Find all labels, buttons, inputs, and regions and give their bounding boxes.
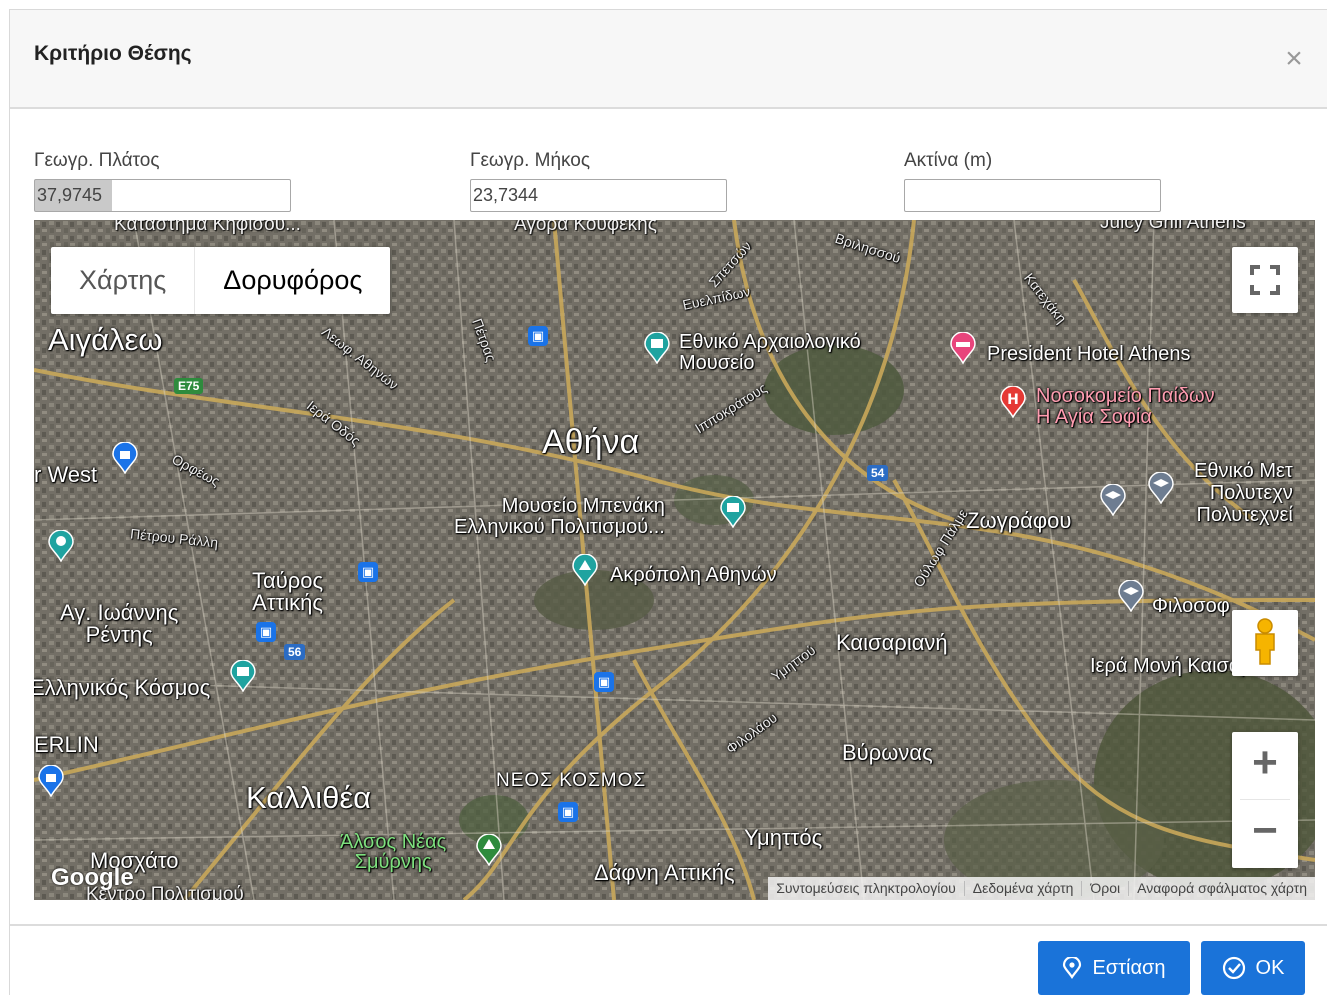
terms-link[interactable]: Όροι: [1081, 881, 1128, 896]
zoom-in-button[interactable]: +: [1232, 732, 1298, 799]
berlin-shop-pin-icon[interactable]: [38, 765, 64, 797]
label-childrens-hospital-line1: Νοσοκομείο Παίδων: [1036, 385, 1215, 407]
label-polytechnic-line2: Πολυτεχν: [1209, 482, 1293, 504]
satellite-imagery: [34, 220, 1315, 900]
label-ymittos: Υμηττός: [744, 825, 823, 850]
google-logo: Google: [51, 864, 134, 891]
label-alsos: Άλσος Νέας Σμύρνης: [340, 832, 446, 872]
satellite-map[interactable]: Κατάστημα Κηφισού... Αγορά Κουφέκης Juic…: [34, 220, 1315, 900]
label-athens: Αθήνα: [542, 423, 640, 461]
location-criterion-dialog: Κριτήριο Θέσης × Γεωγρ. Πλάτος Γεωγρ. Μή…: [10, 10, 1327, 995]
window-top-border: [0, 0, 1327, 10]
radius-label: Ακτίνα (m): [904, 150, 993, 171]
label-ag-ioannis: Αγ. Ιωάννης Ρέντης: [60, 602, 178, 646]
label-aigaleo: Αιγάλεω: [48, 322, 163, 357]
radius-input[interactable]: [904, 179, 1161, 212]
philosophy-school-pin-icon[interactable]: [1118, 580, 1144, 612]
zoom-control: + −: [1232, 732, 1298, 868]
metro-station-icon[interactable]: ▣: [256, 622, 276, 642]
label-tavros-line1: Ταύρος: [252, 568, 324, 593]
focus-button[interactable]: Εστίαση: [1038, 941, 1190, 995]
svg-text:H: H: [1007, 392, 1019, 408]
dialog-title: Κριτήριο Θέσης: [34, 42, 192, 65]
label-president-hotel: President Hotel Athens: [987, 343, 1191, 365]
label-acropolis: Ακρόπολη Αθηνών: [610, 564, 777, 586]
label-katastima: Κατάστημα Κηφισού...: [114, 220, 301, 235]
label-ellinikos-kosmos: Ελληνικός Κόσμος: [34, 675, 211, 700]
metro-station-icon[interactable]: ▣: [558, 802, 578, 822]
label-tavros-line2: Αττικής: [252, 590, 323, 615]
metro-station-icon[interactable]: ▣: [594, 672, 614, 692]
label-childrens-hospital: Νοσοκομείο Παίδων Η Αγία Σοφία: [1036, 386, 1215, 428]
label-benaki-museum-line2: Ελληνικού Πολιτισμού...: [454, 516, 665, 538]
ok-button-label: OK: [1255, 956, 1285, 979]
acropolis-pin-icon[interactable]: [572, 554, 598, 586]
shopping-pin-icon[interactable]: [112, 442, 138, 474]
label-kallithea: Καλλιθέα: [246, 780, 372, 815]
map-attribution-bar: Συντομεύσεις πληκτρολογίου Δεδομένα χάρτ…: [768, 877, 1315, 900]
museum-pin-icon[interactable]: [644, 332, 670, 364]
focus-button-label: Εστίαση: [1092, 956, 1166, 979]
hotel-pin-icon[interactable]: [950, 332, 976, 364]
label-ag-ioannis-line1: Αγ. Ιωάννης: [60, 600, 179, 625]
longitude-input[interactable]: [470, 179, 727, 212]
fullscreen-icon: [1250, 265, 1280, 295]
report-error-link[interactable]: Αναφορά σφάλματος χάρτη: [1128, 881, 1315, 896]
label-vyronas: Βύρωνας: [842, 740, 933, 765]
label-philosophy: Φιλοσοφ: [1152, 595, 1230, 617]
check-circle-icon: [1222, 956, 1245, 980]
alsos-pin-icon[interactable]: [476, 834, 502, 866]
label-zografou: Ζωγράφου: [966, 508, 1072, 533]
window-left-border: [0, 9, 10, 995]
park-pin-icon[interactable]: [48, 530, 74, 562]
map-type-map-button[interactable]: Χάρτης: [51, 247, 194, 314]
keyboard-shortcuts-link[interactable]: Συντομεύσεις πληκτρολογίου: [768, 881, 964, 896]
map-data-link[interactable]: Δεδομένα χάρτη: [963, 881, 1082, 896]
label-alsos-line2: Σμύρνης: [354, 851, 432, 873]
label-benaki-museum-line1: Μουσείο Μπενάκη: [501, 495, 665, 517]
label-polytechnic-line1: Εθνικό Μετ: [1194, 460, 1293, 482]
map-type-satellite-button[interactable]: Δορυφόρος: [194, 247, 390, 314]
road-shield-e75: E75: [174, 378, 204, 394]
ellinikos-kosmos-pin-icon[interactable]: [230, 660, 256, 692]
pegman-icon: [1255, 618, 1275, 665]
label-tavros: Ταύρος Αττικής: [252, 570, 323, 614]
label-archaeological-museum: Εθνικό Αρχαιολογικό Μουσείο: [679, 332, 861, 374]
label-archaeological-museum-line1: Εθνικό Αρχαιολογικό: [679, 331, 861, 353]
label-berlin: ERLIN: [34, 732, 99, 757]
label-polytechnic: Εθνικό Μετ Πολυτεχν Πολυτεχνεί: [1194, 460, 1293, 526]
dialog-header: Κριτήριο Θέσης ×: [10, 10, 1327, 109]
zoom-out-button[interactable]: −: [1232, 800, 1298, 867]
location-pin-icon: [1063, 957, 1082, 979]
latitude-label: Γεωγρ. Πλάτος: [34, 150, 160, 171]
close-icon[interactable]: ×: [1279, 44, 1309, 74]
fullscreen-button[interactable]: [1232, 247, 1298, 313]
label-polytechnic-line3: Πολυτεχνεί: [1196, 504, 1293, 526]
label-ag-ioannis-line2: Ρέντης: [85, 622, 153, 647]
university-pin-icon[interactable]: [1100, 484, 1126, 516]
footer-divider: [10, 924, 1327, 926]
ok-button[interactable]: OK: [1201, 941, 1305, 995]
label-benaki-museum: Μουσείο Μπενάκη Ελληνικού Πολιτισμού...: [454, 496, 665, 538]
longitude-label: Γεωγρ. Μήκος: [470, 150, 591, 171]
label-juicy: Juicy Grill Athens: [1100, 220, 1246, 233]
label-childrens-hospital-line2: Η Αγία Σοφία: [1036, 406, 1152, 428]
metro-station-icon[interactable]: ▣: [358, 562, 378, 582]
road-shield-54: 54: [867, 465, 889, 481]
label-neos-kosmos: ΝΕΟΣ ΚΟΣΜΟΣ: [496, 770, 647, 791]
metro-station-icon[interactable]: ▣: [528, 326, 548, 346]
label-west: r West: [34, 462, 98, 487]
label-agora: Αγορά Κουφέκης: [514, 220, 657, 235]
label-dafni: Δάφνη Αττικής: [594, 860, 735, 885]
latitude-input[interactable]: [34, 179, 291, 212]
label-archaeological-museum-line2: Μουσείο: [679, 352, 755, 374]
label-kaisariani: Καισαριανή: [836, 630, 948, 655]
map-type-control: Χάρτης Δορυφόρος: [51, 247, 391, 314]
hospital-pin-icon[interactable]: H: [1000, 386, 1026, 418]
polytechnic-pin-icon[interactable]: [1148, 472, 1174, 504]
benaki-museum-pin-icon[interactable]: [720, 496, 746, 528]
street-view-pegman[interactable]: [1232, 610, 1298, 676]
road-shield-56: 56: [284, 644, 306, 660]
label-alsos-line1: Άλσος Νέας: [340, 831, 447, 853]
